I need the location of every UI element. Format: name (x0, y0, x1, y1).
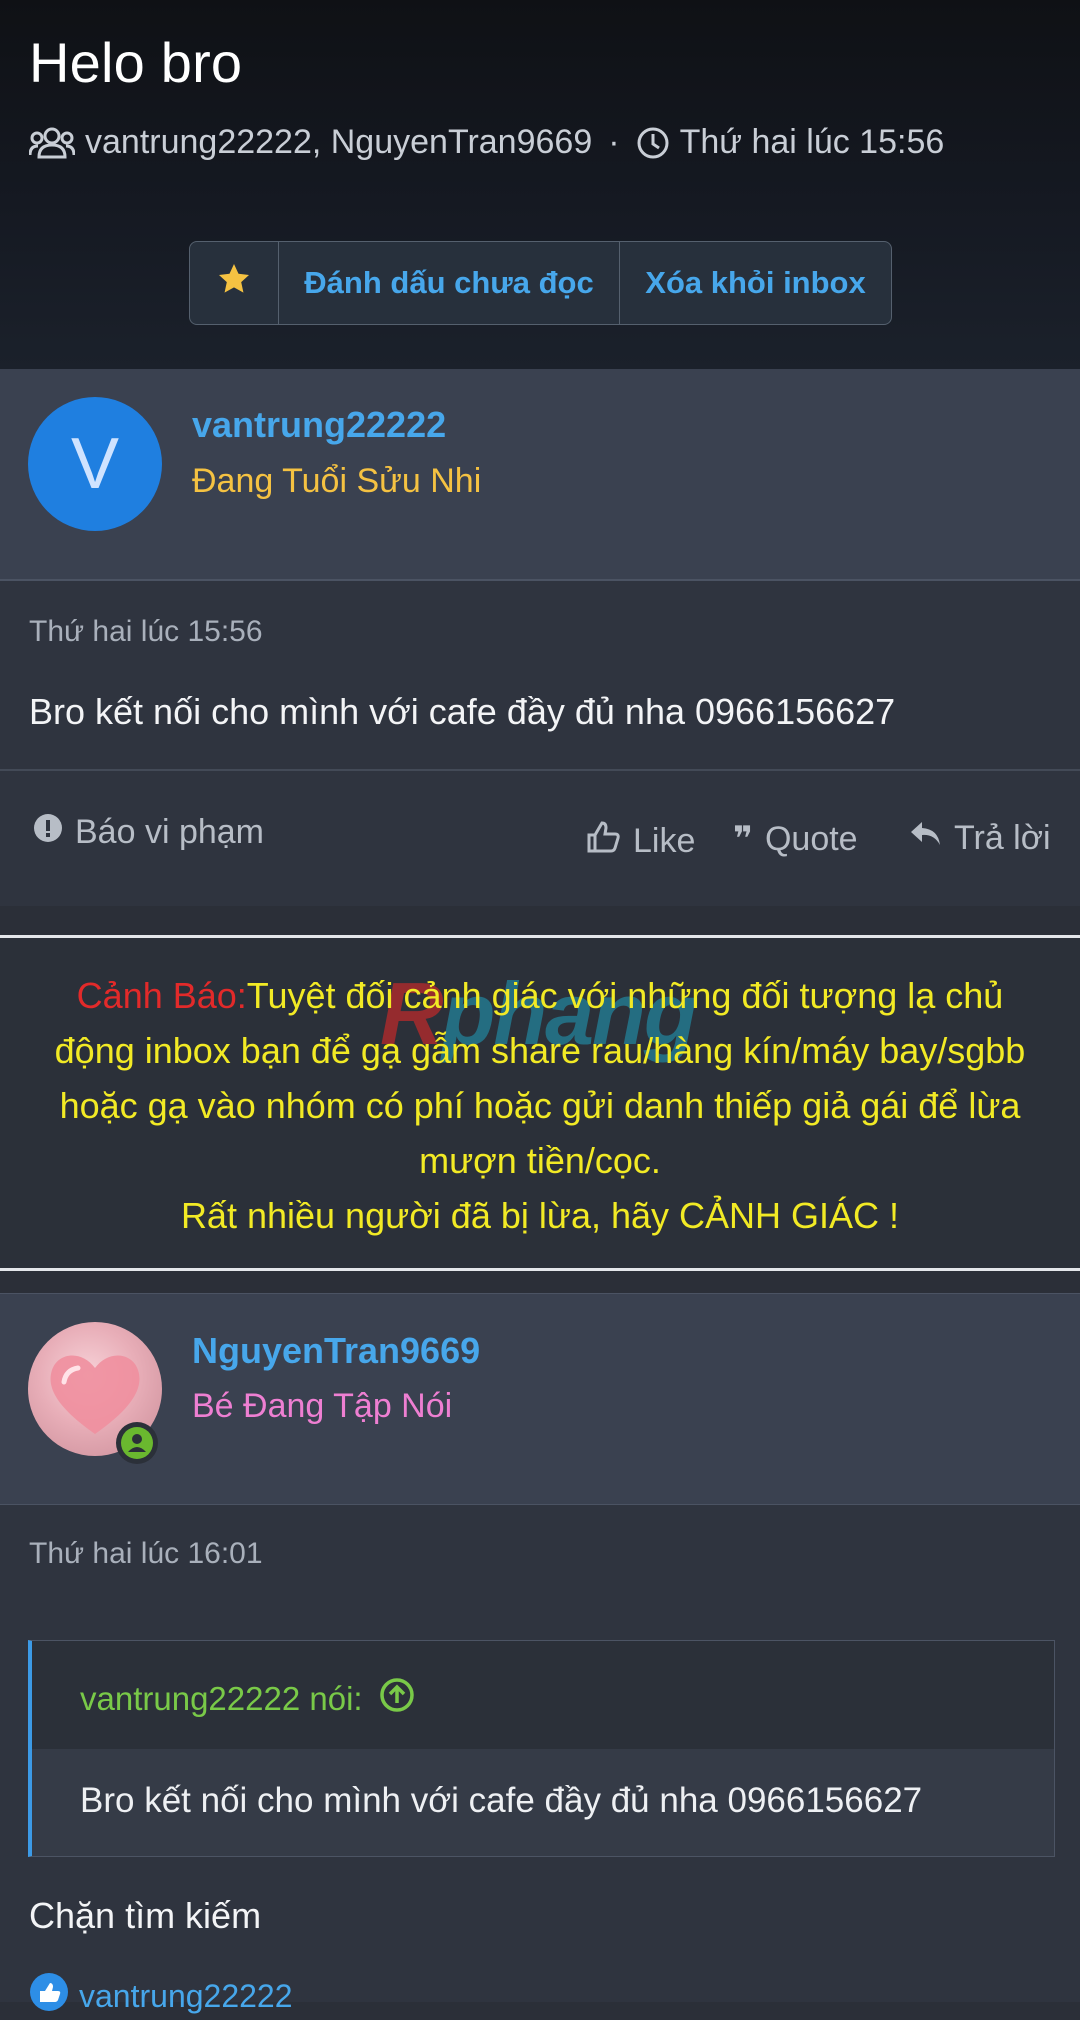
like-label: Like (633, 822, 696, 860)
conversation-actions: Đánh dấu chưa đọc Xóa khỏi inbox (189, 241, 892, 325)
users-icon (29, 126, 75, 160)
meta-separator: · (608, 123, 620, 161)
warning-line-1: Tuyệt đối cảnh giác với những đối tượng … (246, 975, 1004, 1016)
star-icon (216, 261, 252, 305)
conversation-title: Helo bro (29, 31, 243, 94)
like-button[interactable]: Like (585, 819, 695, 864)
post-body: Thứ hai lúc 15:56 Bro kết nối cho mình v… (0, 581, 1080, 906)
username[interactable]: vantrung22222 (192, 404, 446, 446)
avatar[interactable]: V (28, 397, 162, 531)
post-author-header: V vantrung22222 Đang Tuổi Sửu Nhi (0, 369, 1080, 581)
warning-line-4: mượn tiền/cọc. (419, 1140, 661, 1181)
username[interactable]: NguyenTran9669 (192, 1330, 480, 1372)
quote-text: Bro kết nối cho mình với cafe đầy đủ nha… (80, 1781, 923, 1820)
avatar[interactable] (28, 1322, 162, 1464)
thumbs-up-icon (585, 819, 621, 864)
like-badge-icon (29, 1972, 69, 2020)
participants: vantrung22222, NguyenTran9669 (85, 123, 593, 161)
quote-button[interactable]: ❞ Quote (733, 819, 858, 859)
likes-summary[interactable]: vantrung22222 (29, 1972, 293, 2020)
quote-block: vantrung22222 nói: Bro kết nối cho mình … (28, 1640, 1055, 1857)
star-button[interactable] (190, 242, 279, 324)
online-status-icon (116, 1422, 158, 1464)
conversation-start-time: Thứ hai lúc 15:56 (679, 123, 945, 161)
arrow-up-circle-icon[interactable] (379, 1677, 415, 1721)
conversation-meta: vantrung22222, NguyenTran9669 · Thứ hai … (29, 123, 944, 162)
report-button[interactable]: Báo vi phạm (33, 813, 264, 852)
warning-label: Cảnh Báo: (76, 975, 247, 1016)
user-title: Đang Tuổi Sửu Nhi (192, 462, 482, 500)
reply-icon (910, 819, 942, 858)
post-message: Bro kết nối cho mình với cafe đầy đủ nha… (29, 691, 896, 732)
alert-icon (33, 813, 63, 852)
clock-icon (636, 126, 670, 160)
post-author-header: NguyenTran9669 Bé Đang Tập Nói (0, 1293, 1080, 1506)
report-label: Báo vi phạm (75, 813, 264, 851)
mark-unread-button[interactable]: Đánh dấu chưa đọc (279, 242, 620, 324)
post-message: Chặn tìm kiếm (29, 1895, 262, 1936)
post-date[interactable]: Thứ hai lúc 15:56 (29, 615, 263, 649)
remove-inbox-button[interactable]: Xóa khỏi inbox (620, 242, 891, 324)
quote-author[interactable]: vantrung22222 nói: (80, 1677, 415, 1721)
scam-warning-banner: Rphang Cảnh Báo:Tuyệt đối cảnh giác với … (0, 935, 1080, 1271)
warning-text: Cảnh Báo:Tuyệt đối cảnh giác với những đ… (0, 968, 1080, 1243)
divider (0, 769, 1080, 771)
reply-label: Trả lời (954, 819, 1051, 857)
quote-label: Quote (764, 819, 858, 858)
user-title: Bé Đang Tập Nói (192, 1387, 453, 1425)
conversation-header: Helo bro vantrung22222, NguyenTran9669 ·… (0, 0, 1080, 369)
post-date[interactable]: Thứ hai lúc 16:01 (29, 1537, 263, 1571)
reply-button[interactable]: Trả lời (910, 819, 1051, 858)
quote-icon: ❞ (733, 820, 753, 858)
warning-line-5: Rất nhiều người đã bị lừa, hãy CẢNH GIÁC… (180, 1195, 900, 1236)
warning-line-2: động inbox bạn để gạ gẫm share rau/hàng … (54, 1030, 1026, 1071)
warning-line-3: hoặc gạ vào nhóm có phí hoặc gửi danh th… (59, 1085, 1021, 1126)
liked-by-user: vantrung22222 (79, 1977, 293, 2014)
